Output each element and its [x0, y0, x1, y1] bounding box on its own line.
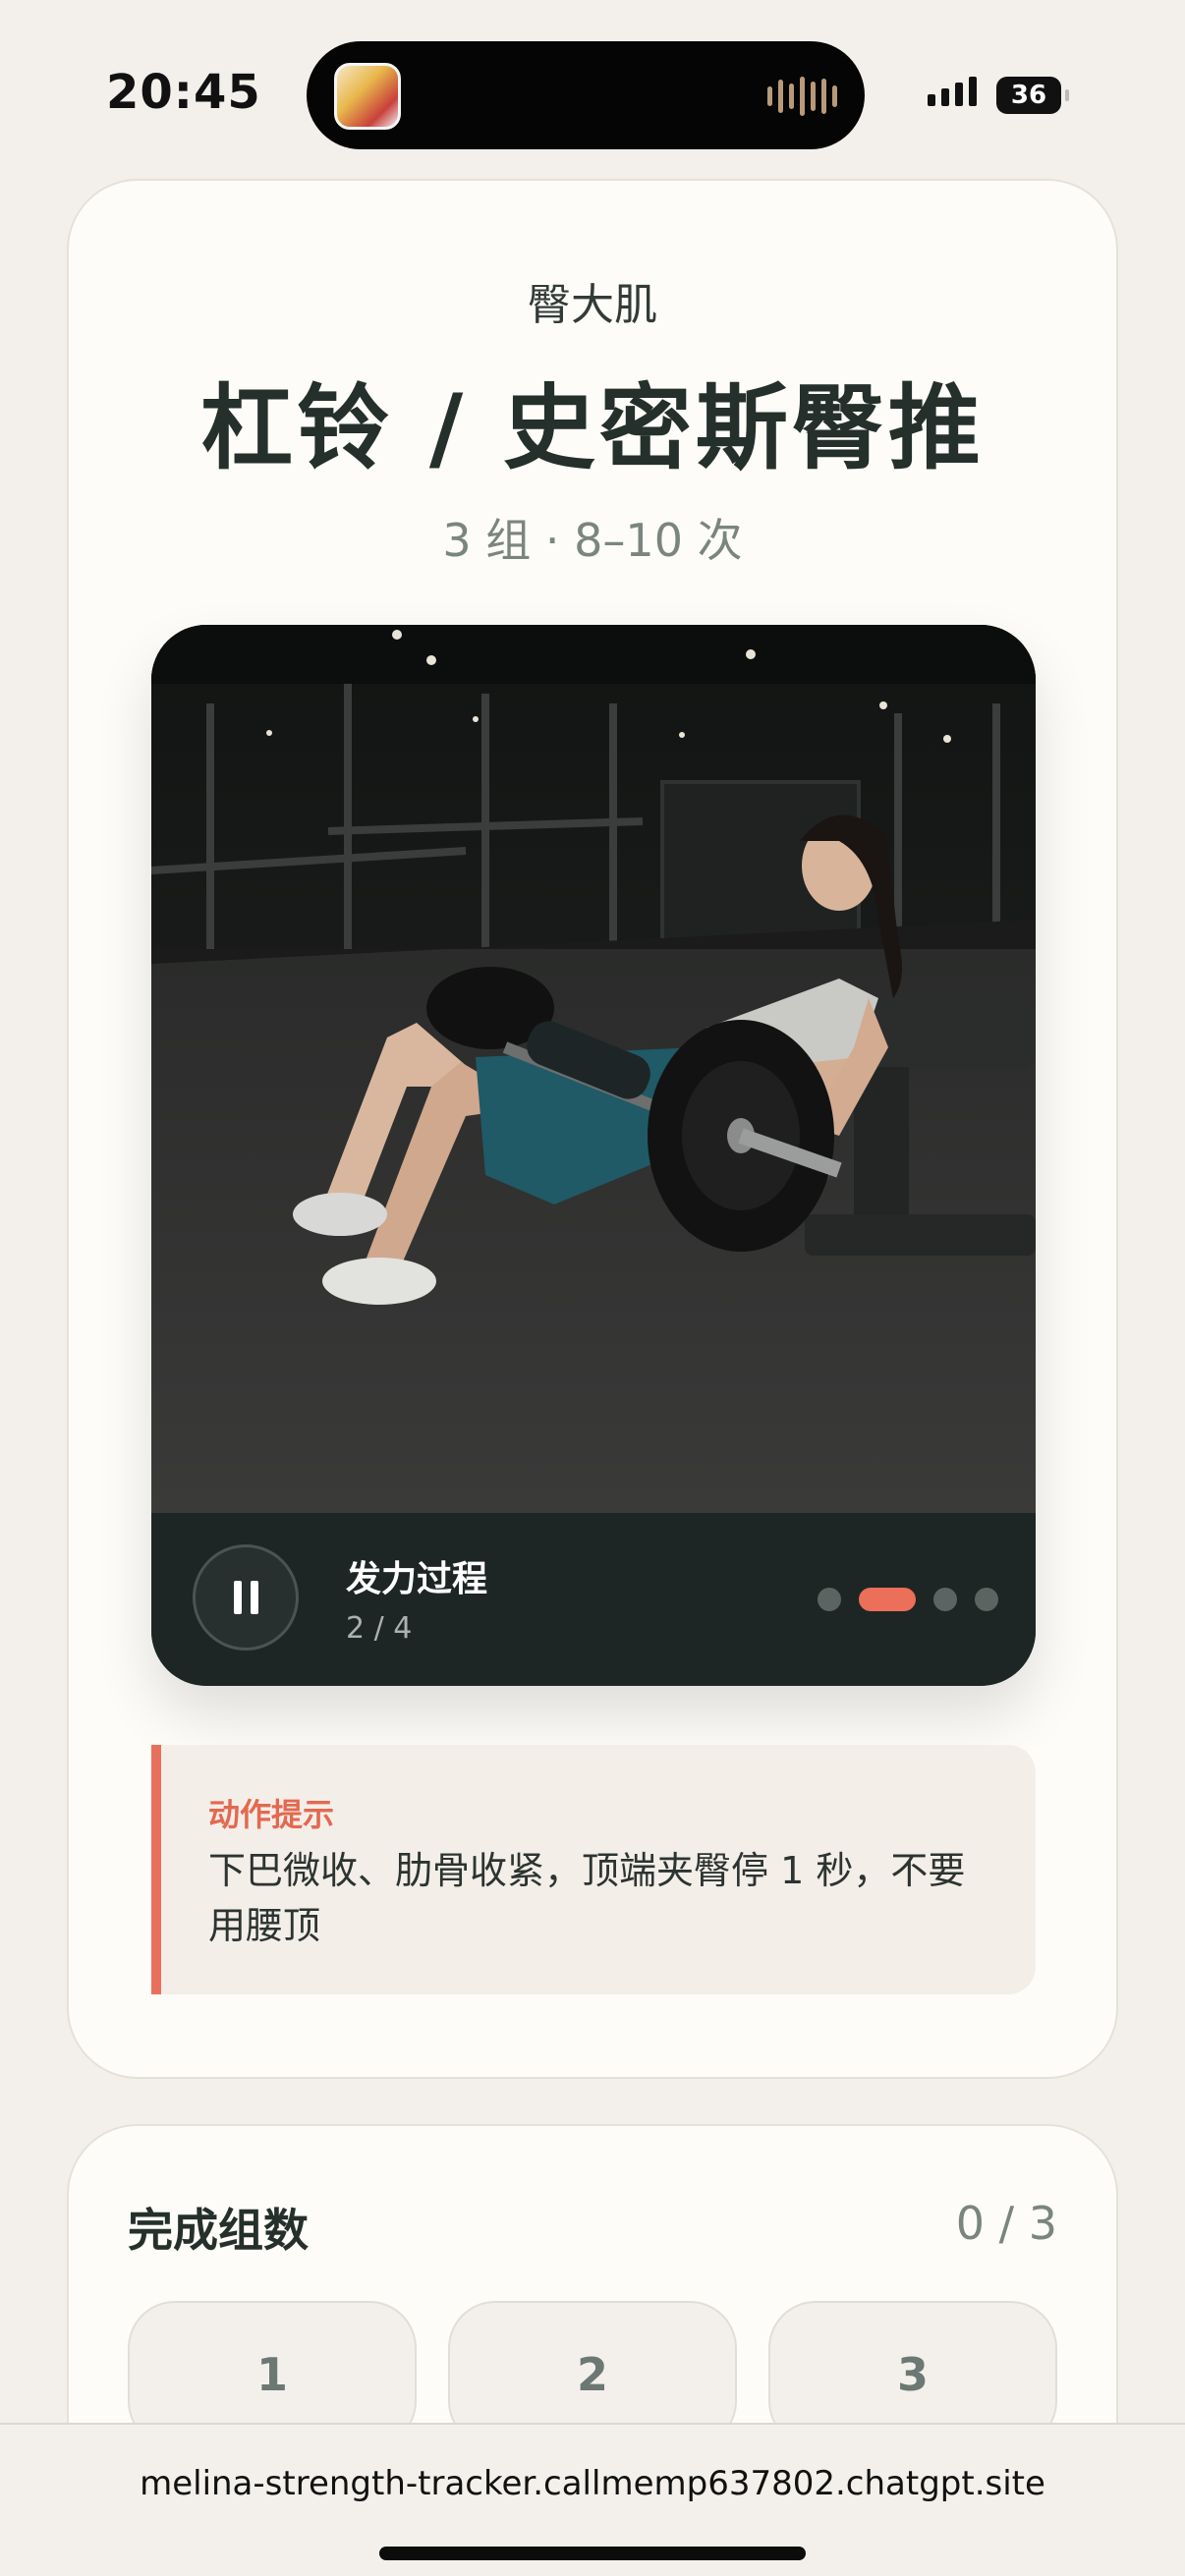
now-playing-app-icon[interactable] — [334, 63, 401, 130]
player-controls: 发力过程 2 / 4 — [151, 1513, 1036, 1686]
step-dot[interactable] — [818, 1588, 841, 1611]
step-dot[interactable] — [933, 1588, 957, 1611]
form-tip-text: 下巴微收、肋骨收紧，顶端夹臀停 1 秒，不要用腰顶 — [208, 1849, 966, 1947]
status-bar: 20:45 36 — [0, 0, 1185, 177]
dynamic-island[interactable] — [307, 41, 865, 149]
cellular-signal-icon — [928, 77, 977, 106]
sets-progress: 0 / 3 — [955, 2197, 1057, 2250]
pause-icon-bar — [250, 1581, 258, 1614]
exercise-media-player[interactable]: 发力过程 2 / 4 — [151, 625, 1036, 1686]
battery-level: 36 — [1010, 81, 1047, 110]
pause-icon-bar — [233, 1581, 242, 1614]
audio-waveform-icon — [767, 77, 837, 116]
form-tip-box: 动作提示 下巴微收、肋骨收紧，顶端夹臀停 1 秒，不要用腰顶 — [151, 1745, 1036, 1994]
home-indicator[interactable] — [379, 2547, 806, 2560]
app-screen: 20:45 36 臀大肌 杠铃 / 史密斯臀推 3 组 · 8–10 次 发力过… — [0, 0, 1185, 2576]
phase-title: 发力过程 — [346, 1559, 488, 1599]
battery-icon: 36 — [996, 77, 1069, 114]
status-time: 20:45 — [106, 65, 261, 120]
pause-button[interactable] — [193, 1544, 299, 1651]
sets-label: 完成组数 — [128, 2204, 309, 2257]
muscle-group-label: 臀大肌 — [528, 280, 657, 330]
url-text[interactable]: melina-strength-tracker.callmemp637802.c… — [0, 2464, 1185, 2503]
step-indicator — [818, 1588, 998, 1611]
step-dot-active[interactable] — [859, 1588, 916, 1611]
form-tip-label: 动作提示 — [208, 1796, 335, 1833]
exercise-card: 臀大肌 杠铃 / 史密斯臀推 3 组 · 8–10 次 发力过程 2 / 4 动… — [67, 179, 1118, 2079]
exercise-title: 杠铃 / 史密斯臀推 — [200, 375, 985, 482]
exercise-prescription: 3 组 · 8–10 次 — [442, 514, 743, 567]
exercise-demo-image — [151, 625, 1036, 1513]
browser-url-bar[interactable]: melina-strength-tracker.callmemp637802.c… — [0, 2423, 1185, 2576]
phase-counter: 2 / 4 — [346, 1611, 413, 1646]
step-dot[interactable] — [975, 1588, 998, 1611]
